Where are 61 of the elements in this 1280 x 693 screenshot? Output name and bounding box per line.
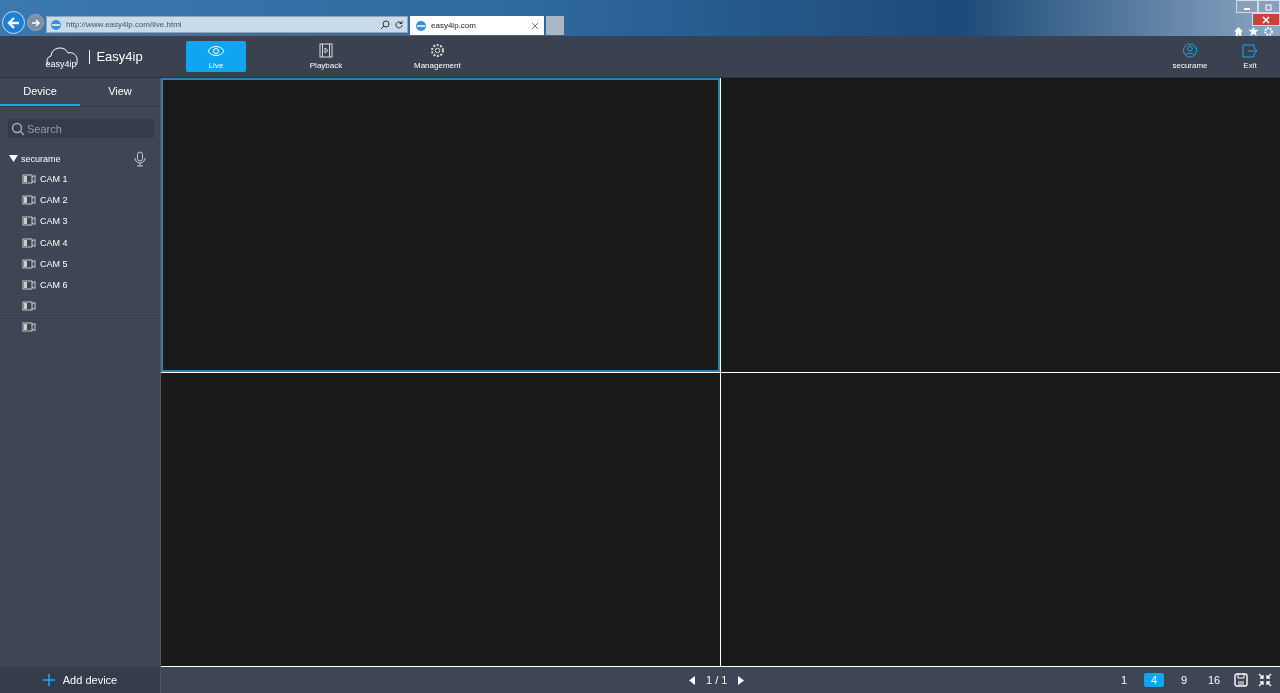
camera-icon (22, 280, 37, 291)
settings-icon[interactable] (1263, 26, 1274, 37)
globe-icon (415, 19, 427, 32)
camera-icon (22, 216, 37, 227)
close-icon[interactable] (531, 21, 539, 30)
page-indicator: 1 / 1 (706, 674, 728, 686)
restore-icon (1265, 2, 1273, 11)
camera-icon (22, 195, 37, 206)
microphone-icon[interactable] (134, 150, 146, 167)
save-icon[interactable] (1234, 673, 1248, 687)
back-arrow-icon (6, 15, 21, 30)
tab-title: easy4ip.com (431, 21, 477, 30)
camera-icon (22, 174, 37, 185)
camera-item[interactable]: CAM 4 (0, 232, 160, 254)
sidebar-tab[interactable]: View (80, 78, 160, 106)
camera-icon (22, 258, 37, 269)
user-icon (1182, 43, 1198, 58)
camera-item[interactable]: CAM 5 (0, 253, 160, 275)
forward-button[interactable] (27, 14, 44, 31)
close-button[interactable] (1252, 13, 1280, 26)
layout-button[interactable]: 1 (1114, 673, 1134, 687)
camera-item[interactable]: CAM 6 (0, 274, 160, 297)
nav-tab[interactable]: Management (406, 41, 469, 72)
camera-item[interactable]: CAM 3 (0, 211, 160, 233)
browser-tab[interactable]: easy4ip.com (410, 16, 544, 35)
minimize-button[interactable] (1236, 0, 1258, 13)
eye-icon (207, 43, 225, 58)
device-group[interactable]: securame (21, 153, 61, 164)
exit-icon (1242, 43, 1258, 58)
camera-icon (22, 301, 37, 312)
cloud-logo: easy4ip (43, 44, 84, 69)
camera-item[interactable]: CAM 1 (0, 169, 160, 191)
back-button[interactable] (2, 11, 25, 34)
refresh-icon[interactable] (394, 19, 404, 30)
globe-icon (50, 18, 62, 31)
camera-item[interactable]: CAM 2 (0, 190, 160, 212)
star-icon[interactable] (1248, 26, 1259, 37)
previous-page-icon[interactable] (689, 675, 696, 685)
camera-icon (22, 322, 37, 333)
exit-fullscreen-icon[interactable] (1258, 673, 1272, 687)
search-icon[interactable] (380, 19, 390, 30)
nav-tab[interactable]: Playback (296, 41, 356, 72)
sidebar-tab[interactable]: Device (0, 78, 80, 106)
layout-button[interactable]: 16 (1204, 673, 1224, 687)
film-icon (319, 43, 333, 58)
address-bar[interactable]: http://www.easy4ip.com/live.html (46, 16, 408, 33)
search-field[interactable]: Search (8, 119, 154, 138)
plus-icon (42, 674, 55, 686)
camera-icon (22, 237, 37, 248)
add-device-button[interactable]: Add device (0, 667, 160, 693)
close-icon (1262, 15, 1270, 24)
next-page-icon[interactable] (737, 675, 745, 685)
brand-name: Easy4ip (96, 49, 143, 64)
user-button[interactable]: securame (1160, 41, 1220, 72)
home-icon[interactable] (1233, 26, 1244, 37)
forward-arrow-icon (30, 17, 41, 28)
caret-icon[interactable] (9, 155, 18, 162)
layout-button[interactable]: 9 (1174, 673, 1194, 687)
exit-button[interactable]: Exit (1220, 41, 1280, 72)
video-pane[interactable] (161, 78, 720, 372)
settings-icon (429, 43, 445, 58)
